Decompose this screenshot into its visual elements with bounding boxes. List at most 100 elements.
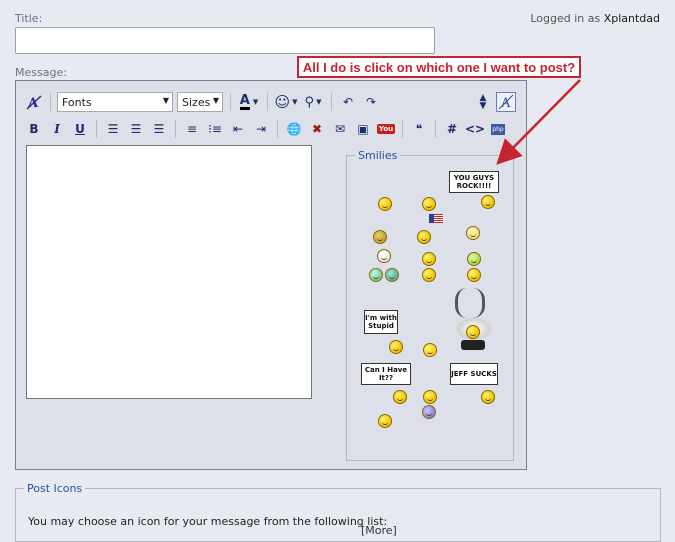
align-left-button[interactable]: ☰ bbox=[103, 119, 123, 139]
smiley-grin[interactable] bbox=[378, 197, 392, 211]
separator bbox=[277, 120, 278, 138]
smiley-icon bbox=[389, 340, 403, 354]
quote-icon: ❝ bbox=[415, 122, 423, 136]
smiley-wink[interactable] bbox=[466, 226, 480, 240]
envelope-icon: ✉ bbox=[334, 122, 346, 136]
align-center-icon: ☰ bbox=[130, 122, 142, 136]
insert-image-button[interactable]: ▣ bbox=[353, 119, 373, 139]
align-left-icon: ☰ bbox=[107, 122, 119, 136]
annotation-callout: All I do is click on which one I want to… bbox=[297, 56, 581, 78]
text-color-icon: A bbox=[239, 93, 250, 110]
remove-link-button[interactable]: ✖ bbox=[307, 119, 327, 139]
image-icon: ▣ bbox=[357, 122, 369, 136]
unordered-list-button[interactable]: ⁝≡ bbox=[205, 119, 225, 139]
align-right-icon: ☰ bbox=[153, 122, 165, 136]
suit-icon bbox=[461, 340, 485, 350]
username-link[interactable]: Xplantdad bbox=[604, 12, 660, 25]
resize-editor-button[interactable]: ▲ ▼ bbox=[473, 92, 493, 112]
toolbar-row-2: B I U ☰ ☰ ☰ ≡ ⁝≡ ⇤ ⇥ 🌐 ✖ ✉ ▣ You ❝ # <> … bbox=[24, 118, 511, 140]
smiley-with-stupid[interactable]: I'm with Stupid bbox=[364, 310, 398, 334]
separator bbox=[331, 93, 332, 111]
usa-flag-icon bbox=[429, 214, 443, 223]
smiley-sick[interactable] bbox=[467, 252, 481, 266]
title-input[interactable] bbox=[15, 27, 435, 54]
smiley-shocked[interactable] bbox=[378, 414, 392, 428]
smiley-blank[interactable] bbox=[422, 268, 436, 282]
smiley-alien[interactable] bbox=[422, 405, 436, 419]
globe-link-icon: 🌐 bbox=[286, 122, 302, 136]
align-right-button[interactable]: ☰ bbox=[149, 119, 169, 139]
redo-button[interactable]: ↷ bbox=[361, 92, 381, 112]
message-editor: A Fonts▼ Sizes▼ A▼ ☺▼ ⚲▼ ↶ ↷ ▲▼ A B I U bbox=[15, 80, 527, 537]
smiley-icon bbox=[393, 390, 407, 404]
smiley-can-i-have-it[interactable]: Can I Have It?? bbox=[361, 363, 411, 385]
bold-button[interactable]: B bbox=[24, 119, 44, 139]
smiley-you-guys-rock[interactable]: YOU GUYS ROCK!!!! bbox=[449, 171, 499, 193]
indent-button[interactable]: ⇥ bbox=[251, 119, 271, 139]
smiley-happy[interactable] bbox=[422, 252, 436, 266]
resize-icon: ▲ ▼ bbox=[479, 93, 487, 111]
separator bbox=[267, 93, 268, 111]
separator bbox=[402, 120, 403, 138]
logged-in-status: Logged in as Xplantdad bbox=[530, 12, 660, 25]
remove-format-button[interactable]: A bbox=[24, 92, 44, 112]
smiley-army[interactable] bbox=[373, 230, 387, 244]
separator bbox=[50, 93, 51, 111]
post-icons-description: You may choose an icon for your message … bbox=[28, 515, 388, 528]
insert-email-button[interactable]: ✉ bbox=[330, 119, 350, 139]
separator bbox=[96, 120, 97, 138]
insert-quote-button[interactable]: ❝ bbox=[409, 119, 429, 139]
separator bbox=[435, 120, 436, 138]
hand-icon bbox=[385, 268, 399, 282]
insert-link-button[interactable]: 🌐 bbox=[284, 119, 304, 139]
italic-button[interactable]: I bbox=[47, 119, 67, 139]
wrap-html-button[interactable]: <> bbox=[465, 119, 485, 139]
insert-video-button[interactable]: You bbox=[376, 119, 396, 139]
smiley-handshake[interactable] bbox=[369, 268, 383, 282]
smiley-smoking[interactable] bbox=[466, 325, 480, 339]
message-textarea[interactable] bbox=[26, 145, 312, 399]
post-icons-panel: Post Icons You may choose an icon for yo… bbox=[15, 482, 661, 542]
size-select[interactable]: Sizes ▼ bbox=[177, 92, 223, 112]
post-icons-legend: Post Icons bbox=[27, 482, 83, 495]
smiley-icon bbox=[481, 390, 495, 404]
text-color-button[interactable]: A ▼ bbox=[237, 92, 261, 112]
chevron-down-icon: ▼ bbox=[162, 96, 169, 105]
smiley-icon bbox=[481, 195, 495, 209]
separator bbox=[175, 120, 176, 138]
ordered-list-button[interactable]: ≡ bbox=[182, 119, 202, 139]
smiley-smile[interactable] bbox=[422, 197, 436, 211]
smoke-icon bbox=[455, 288, 485, 318]
paperclip-icon: ⚲ bbox=[304, 94, 315, 110]
insert-smiley-button[interactable]: ☺ ▼ bbox=[274, 92, 298, 112]
bullet-list-icon: ⁝≡ bbox=[208, 122, 222, 136]
outdent-icon: ⇤ bbox=[232, 122, 244, 136]
smiley-jeff-sucks[interactable]: JEFF SUCKS bbox=[450, 363, 498, 385]
indent-icon: ⇥ bbox=[255, 122, 267, 136]
redo-icon: ↷ bbox=[365, 95, 377, 109]
align-center-button[interactable]: ☰ bbox=[126, 119, 146, 139]
toolbar-row-1: A Fonts▼ Sizes▼ A▼ ☺▼ ⚲▼ ↶ ↷ ▲▼ A bbox=[24, 91, 519, 113]
message-label: Message: bbox=[15, 66, 67, 79]
wrap-code-button[interactable]: # bbox=[442, 119, 462, 139]
smilies-legend: Smilies bbox=[358, 149, 398, 162]
smiley-cool[interactable] bbox=[423, 343, 437, 357]
smiley-usa-flag[interactable] bbox=[417, 230, 431, 244]
outdent-button[interactable]: ⇤ bbox=[228, 119, 248, 139]
title-label: Title: bbox=[15, 12, 43, 25]
undo-icon: ↶ bbox=[342, 95, 354, 109]
smiley-ninja[interactable] bbox=[377, 249, 391, 263]
underline-button[interactable]: U bbox=[70, 119, 90, 139]
smiley-frown[interactable] bbox=[467, 268, 481, 282]
ordered-list-icon: ≡ bbox=[186, 122, 198, 136]
smiley-laugh[interactable] bbox=[423, 390, 437, 404]
smiley-icon: ☺ bbox=[274, 93, 291, 111]
chevron-down-icon: ▼ bbox=[212, 96, 219, 105]
annotation-arrow-icon bbox=[496, 79, 581, 165]
remove-format-icon: A bbox=[26, 95, 42, 110]
undo-button[interactable]: ↶ bbox=[338, 92, 358, 112]
attachment-button[interactable]: ⚲ ▼ bbox=[301, 92, 325, 112]
unlink-icon: ✖ bbox=[311, 122, 323, 136]
youtube-icon: You bbox=[376, 124, 396, 134]
font-select[interactable]: Fonts ▼ bbox=[57, 92, 173, 112]
